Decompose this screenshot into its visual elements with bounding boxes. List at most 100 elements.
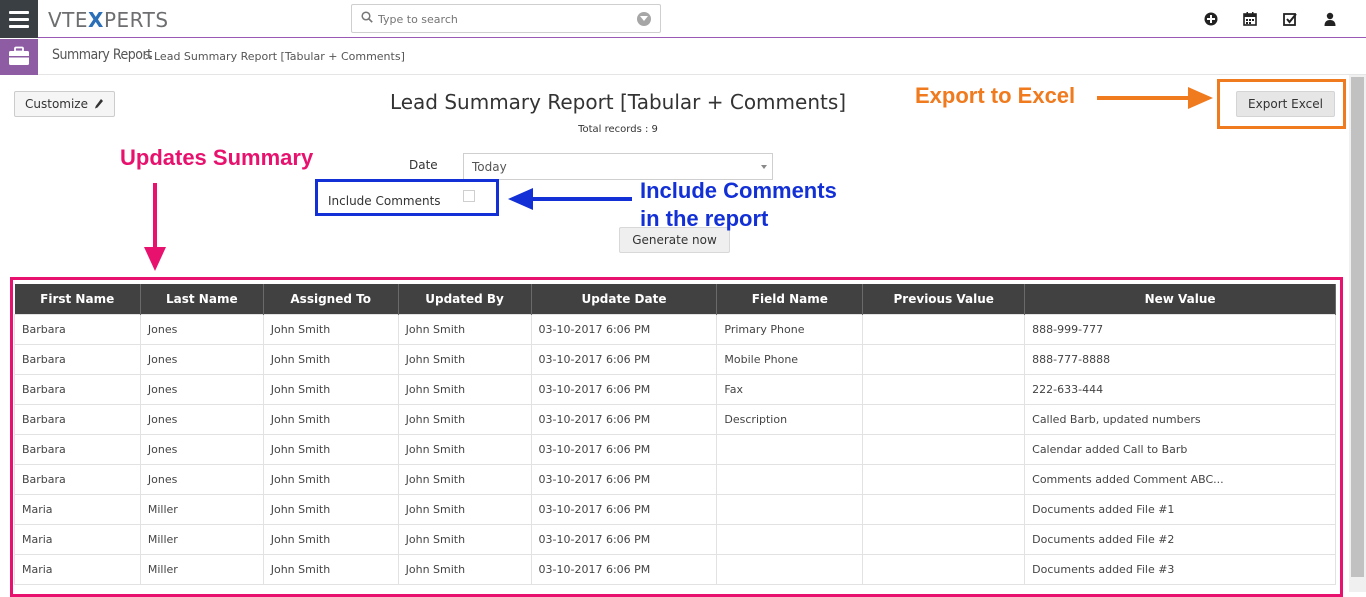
column-header[interactable]: Field Name	[716, 284, 864, 314]
arrow-head-icon	[508, 188, 533, 210]
table-row[interactable]: Maria Miller John Smith John Smith 03-10-201…	[14, 523, 1336, 555]
logo-text-left: VTE	[48, 8, 89, 32]
table-cell	[716, 463, 864, 495]
table-cell: Jones	[139, 373, 264, 405]
table-cell: John Smith	[397, 523, 532, 555]
hamburger-menu-button[interactable]	[0, 0, 38, 38]
table-cell: John Smith	[397, 313, 532, 345]
table-cell	[862, 553, 1026, 585]
table-cell: John Smith	[397, 433, 532, 465]
annotation-updates-summary: Updates Summary	[120, 145, 314, 170]
breadcrumb-current: Lead Summary Report [Tabular + Comments]	[154, 50, 405, 63]
column-header[interactable]: Assigned To	[263, 284, 399, 314]
table-cell: John Smith	[262, 523, 399, 555]
scrollbar-thumb[interactable]	[1351, 77, 1364, 577]
table-cell: John Smith	[262, 493, 399, 525]
export-excel-button[interactable]: Export Excel	[1236, 91, 1335, 117]
date-select[interactable]: Today	[463, 153, 773, 180]
arrow-head-icon	[1188, 87, 1213, 109]
column-header[interactable]: First Name	[14, 284, 141, 314]
table-cell: 03-10-2017 6:06 PM	[530, 493, 718, 525]
table-cell: Miller	[139, 493, 264, 525]
table-row[interactable]: Barbara Jones John Smith John Smith 03-10-20…	[14, 433, 1336, 465]
table-cell: Fax	[716, 373, 864, 405]
annotation-include-line2: in the report	[640, 206, 769, 231]
table-cell	[862, 313, 1026, 345]
table-cell: 03-10-2017 6:06 PM	[530, 373, 718, 405]
customize-button[interactable]: Customize	[14, 91, 115, 117]
top-navbar: VTEXPERTS	[0, 0, 1366, 38]
table-row[interactable]: Maria Miller John Smith John Smith 03-10-201…	[14, 553, 1336, 585]
module-icon-tile	[0, 39, 38, 75]
table-cell	[862, 343, 1026, 375]
table-cell: Documents added File #2	[1024, 523, 1336, 555]
app-logo[interactable]: VTEXPERTS	[48, 8, 169, 32]
table-header-row: First Name Last Name Assigned To Updated…	[14, 284, 1336, 314]
table-cell	[862, 403, 1026, 435]
table-cell: Primary Phone	[716, 313, 864, 345]
table-cell: John Smith	[262, 553, 399, 585]
column-header[interactable]: Updated By	[398, 284, 532, 314]
table-cell: 03-10-2017 6:06 PM	[530, 553, 718, 585]
table-cell: Jones	[139, 313, 264, 345]
table-cell	[862, 493, 1026, 525]
column-header[interactable]: Last Name	[140, 284, 264, 314]
calendar-icon[interactable]	[1242, 11, 1258, 27]
page-title: Lead Summary Report [Tabular + Comments]	[389, 90, 847, 114]
table-cell	[862, 463, 1026, 495]
table-cell: Maria	[14, 523, 141, 555]
menu-bar-icon	[9, 11, 29, 14]
table-cell	[716, 433, 864, 465]
table-cell: Jones	[139, 433, 264, 465]
briefcase-icon	[9, 46, 29, 65]
table-cell: John Smith	[397, 403, 532, 435]
table-cell: John Smith	[262, 463, 399, 495]
table-cell	[862, 523, 1026, 555]
caret-down-icon	[761, 165, 767, 169]
table-cell	[862, 373, 1026, 405]
table-cell: Comments added Comment ABC...	[1024, 463, 1336, 495]
annotation-include-line1: Include Comments	[640, 178, 837, 203]
table-cell	[716, 523, 864, 555]
table-row[interactable]: Barbara Jones John Smith John Smith 03-10-20…	[14, 403, 1336, 435]
table-row[interactable]: Maria Miller John Smith John Smith 03-10-201…	[14, 493, 1336, 525]
breadcrumb-module-link[interactable]: Summary Report	[52, 47, 152, 63]
table-row[interactable]: Barbara Jones John Smith John Smith 03-10-20…	[14, 463, 1336, 495]
table-cell: Barbara	[14, 373, 141, 405]
table-cell: Barbara	[14, 433, 141, 465]
table-cell: John Smith	[397, 553, 532, 585]
menu-bar-icon	[9, 18, 29, 21]
table-cell: Documents added File #1	[1024, 493, 1336, 525]
table-cell: 03-10-2017 6:06 PM	[530, 313, 718, 345]
table-cell: Jones	[139, 463, 264, 495]
date-label: Date	[409, 158, 438, 172]
table-cell: John Smith	[397, 463, 532, 495]
table-cell: Maria	[14, 493, 141, 525]
search-dropdown-icon[interactable]	[637, 12, 651, 26]
column-header[interactable]: Update Date	[531, 284, 718, 314]
table-cell	[716, 493, 864, 525]
table-cell: Jones	[139, 403, 264, 435]
annotation-export: Export to Excel	[915, 83, 1076, 108]
table-row[interactable]: Barbara Jones John Smith John Smith 03-10-20…	[14, 313, 1336, 345]
include-comments-checkbox[interactable]	[463, 190, 475, 202]
search-input[interactable]	[378, 10, 628, 28]
table-cell: Barbara	[14, 313, 141, 345]
logo-text-x: X	[88, 8, 104, 32]
customize-label: Customize	[25, 97, 88, 111]
annotation-include-comments: Include Comments in the report	[640, 177, 837, 233]
table-row[interactable]: Barbara Jones John Smith John Smith 03-10-20…	[14, 373, 1336, 405]
table-cell: John Smith	[397, 343, 532, 375]
column-header[interactable]: Previous Value	[862, 284, 1026, 314]
user-icon[interactable]	[1322, 11, 1338, 27]
column-header[interactable]: New Value	[1024, 284, 1336, 314]
table-cell: 222-633-444	[1024, 373, 1336, 405]
plus-circle-icon[interactable]	[1203, 11, 1219, 27]
table-cell: Called Barb, updated numbers	[1024, 403, 1336, 435]
table-cell: 888-777-8888	[1024, 343, 1336, 375]
page-scrollbar[interactable]	[1349, 75, 1366, 592]
table-cell: John Smith	[262, 403, 399, 435]
table-cell: Barbara	[14, 403, 141, 435]
checkbox-icon[interactable]	[1282, 11, 1298, 27]
table-row[interactable]: Barbara Jones John Smith John Smith 03-10-20…	[14, 343, 1336, 375]
